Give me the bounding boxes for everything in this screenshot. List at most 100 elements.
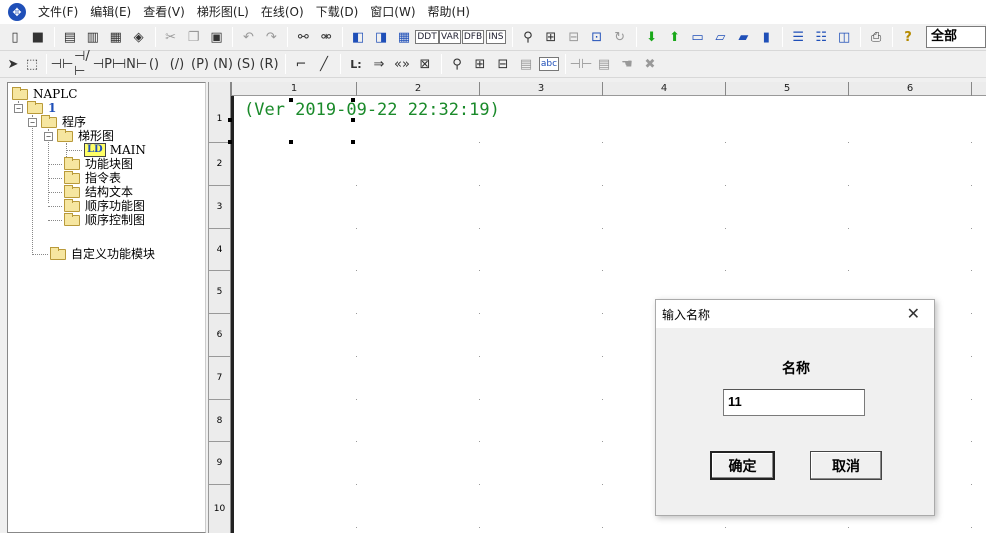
- menu-help[interactable]: 帮助(H): [422, 0, 476, 24]
- cancel-button[interactable]: 取消: [810, 451, 882, 480]
- file4-icon[interactable]: ▮: [755, 26, 777, 48]
- label-icon[interactable]: L:: [345, 53, 367, 75]
- collapse-icon[interactable]: −: [44, 131, 53, 141]
- grid-dot: [356, 313, 357, 314]
- menu-view[interactable]: 查看(V): [137, 0, 191, 24]
- tree-node-fbd[interactable]: 功能块图: [64, 156, 133, 171]
- binoculars-icon[interactable]: ⚯: [292, 26, 314, 48]
- coil-r-icon[interactable]: (R): [258, 53, 280, 75]
- block-icon[interactable]: ⊠: [414, 53, 436, 75]
- selection-handle[interactable]: [289, 140, 293, 144]
- selection-handle[interactable]: [351, 140, 355, 144]
- coil-p-icon[interactable]: (P): [189, 53, 211, 75]
- contact-n-icon[interactable]: ⊣N⊢: [115, 53, 147, 75]
- save-icon[interactable]: ■: [27, 26, 49, 48]
- contact-gray-icon[interactable]: ⊣⊢: [570, 53, 593, 75]
- close-icon[interactable]: ✕: [907, 304, 920, 323]
- coil-icon[interactable]: (): [143, 53, 165, 75]
- download-icon[interactable]: ⬇: [641, 26, 663, 48]
- redo-icon[interactable]: ↷: [260, 26, 282, 48]
- ddt-icon[interactable]: DDT: [415, 26, 439, 48]
- file-icon[interactable]: ▭: [687, 26, 709, 48]
- var-icon[interactable]: VAR: [439, 26, 461, 48]
- dfb-icon[interactable]: DFB: [461, 26, 485, 48]
- printer-icon[interactable]: ⎙: [865, 26, 887, 48]
- return-icon[interactable]: «»: [391, 53, 413, 75]
- copy-icon[interactable]: ❐: [183, 26, 205, 48]
- menu-edit[interactable]: 编辑(E): [84, 0, 137, 24]
- version-comment[interactable]: (Ver 2019-09-22 22:32:19): [244, 100, 500, 120]
- ins-icon[interactable]: INS: [485, 26, 507, 48]
- tree-node-root[interactable]: NAPLC: [12, 86, 77, 101]
- properties-icon[interactable]: ▤: [515, 53, 537, 75]
- doc-gray-icon[interactable]: ▤: [593, 53, 615, 75]
- menu-file[interactable]: 文件(F): [32, 0, 84, 24]
- layout-icon[interactable]: ☰: [787, 26, 809, 48]
- network2-icon[interactable]: ⊟: [563, 26, 585, 48]
- zoom-icon[interactable]: ⚲: [446, 53, 468, 75]
- doc2-icon[interactable]: ▥: [82, 26, 104, 48]
- tree-item-label: 顺序控制图: [85, 213, 146, 227]
- network-icon[interactable]: ⊞: [540, 26, 562, 48]
- menu-online[interactable]: 在线(O): [255, 0, 310, 24]
- menu-download[interactable]: 下载(D): [310, 0, 365, 24]
- ok-button[interactable]: 确定: [710, 451, 775, 480]
- filter-combo[interactable]: 全部: [925, 26, 986, 48]
- layout3-icon[interactable]: ◫: [833, 26, 855, 48]
- select-pointer-icon[interactable]: ➤: [4, 53, 22, 75]
- grid-icon[interactable]: ▦: [393, 26, 415, 48]
- tree-node-st[interactable]: 结构文本: [64, 184, 133, 199]
- insert-col-icon[interactable]: ⊟: [492, 53, 514, 75]
- open-icon[interactable]: ▦: [105, 26, 127, 48]
- print-setup-icon[interactable]: ⊡: [586, 26, 608, 48]
- selection-handle[interactable]: [228, 140, 232, 144]
- select-rect-icon[interactable]: ⬚: [23, 53, 41, 75]
- search-icon[interactable]: ⚲: [517, 26, 539, 48]
- hand-icon[interactable]: ☚: [616, 53, 638, 75]
- upload-icon[interactable]: ⬆: [664, 26, 686, 48]
- coil-n-icon[interactable]: (N): [212, 53, 234, 75]
- tree-node-main[interactable]: LD MAIN: [84, 143, 146, 157]
- doc-icon[interactable]: ▤: [59, 26, 81, 48]
- row-header-cell: 10: [213, 504, 226, 514]
- collapse-icon[interactable]: −: [28, 117, 37, 127]
- tree-node-il[interactable]: 指令表: [64, 170, 121, 185]
- tree-node-custom[interactable]: 自定义功能模块: [50, 246, 155, 261]
- grid-dot: [848, 527, 849, 528]
- window2-icon[interactable]: ◨: [370, 26, 392, 48]
- jump-icon[interactable]: ⇒: [368, 53, 390, 75]
- layout2-icon[interactable]: ☷: [810, 26, 832, 48]
- tree-node-project[interactable]: − 1: [14, 100, 57, 115]
- menu-ladder[interactable]: 梯形图(L): [191, 0, 255, 24]
- undo-icon[interactable]: ↶: [237, 26, 259, 48]
- help-icon[interactable]: ?: [897, 26, 919, 48]
- window-icon[interactable]: ◧: [347, 26, 369, 48]
- tree-node-ladder[interactable]: − 梯形图: [44, 128, 114, 143]
- coil-s-icon[interactable]: (S): [235, 53, 257, 75]
- contact-no-icon[interactable]: ⊣⊢: [51, 53, 74, 75]
- find-replace-icon[interactable]: ⚮: [315, 26, 337, 48]
- coil-nc-icon[interactable]: (/): [166, 53, 188, 75]
- file3-icon[interactable]: ▰: [732, 26, 754, 48]
- cut-icon[interactable]: ✂: [160, 26, 182, 48]
- tree-node-sfc[interactable]: 顺序功能图: [64, 198, 145, 213]
- delete-icon[interactable]: ✖: [639, 53, 661, 75]
- tree-main-label: MAIN: [109, 143, 146, 157]
- file2-icon[interactable]: ▱: [709, 26, 731, 48]
- insert-row-icon[interactable]: ⊞: [469, 53, 491, 75]
- tree-project-label: 1: [48, 101, 57, 115]
- tree-node-scc[interactable]: 顺序控制图: [64, 212, 146, 227]
- comment-icon[interactable]: abc: [538, 53, 560, 75]
- paste-icon[interactable]: ▣: [206, 26, 228, 48]
- menu-window[interactable]: 窗口(W): [364, 0, 421, 24]
- print-preview-icon[interactable]: ◈: [128, 26, 150, 48]
- collapse-icon[interactable]: −: [14, 103, 23, 113]
- new-icon[interactable]: ▯: [4, 26, 26, 48]
- selection-handle[interactable]: [228, 118, 232, 122]
- line-icon[interactable]: ⌐: [290, 53, 312, 75]
- name-input[interactable]: 11: [723, 389, 865, 416]
- diagonal-icon[interactable]: ╱: [313, 53, 335, 75]
- grid-dot: [971, 313, 972, 314]
- refresh-icon[interactable]: ↻: [609, 26, 631, 48]
- tree-node-program[interactable]: − 程序: [28, 114, 86, 129]
